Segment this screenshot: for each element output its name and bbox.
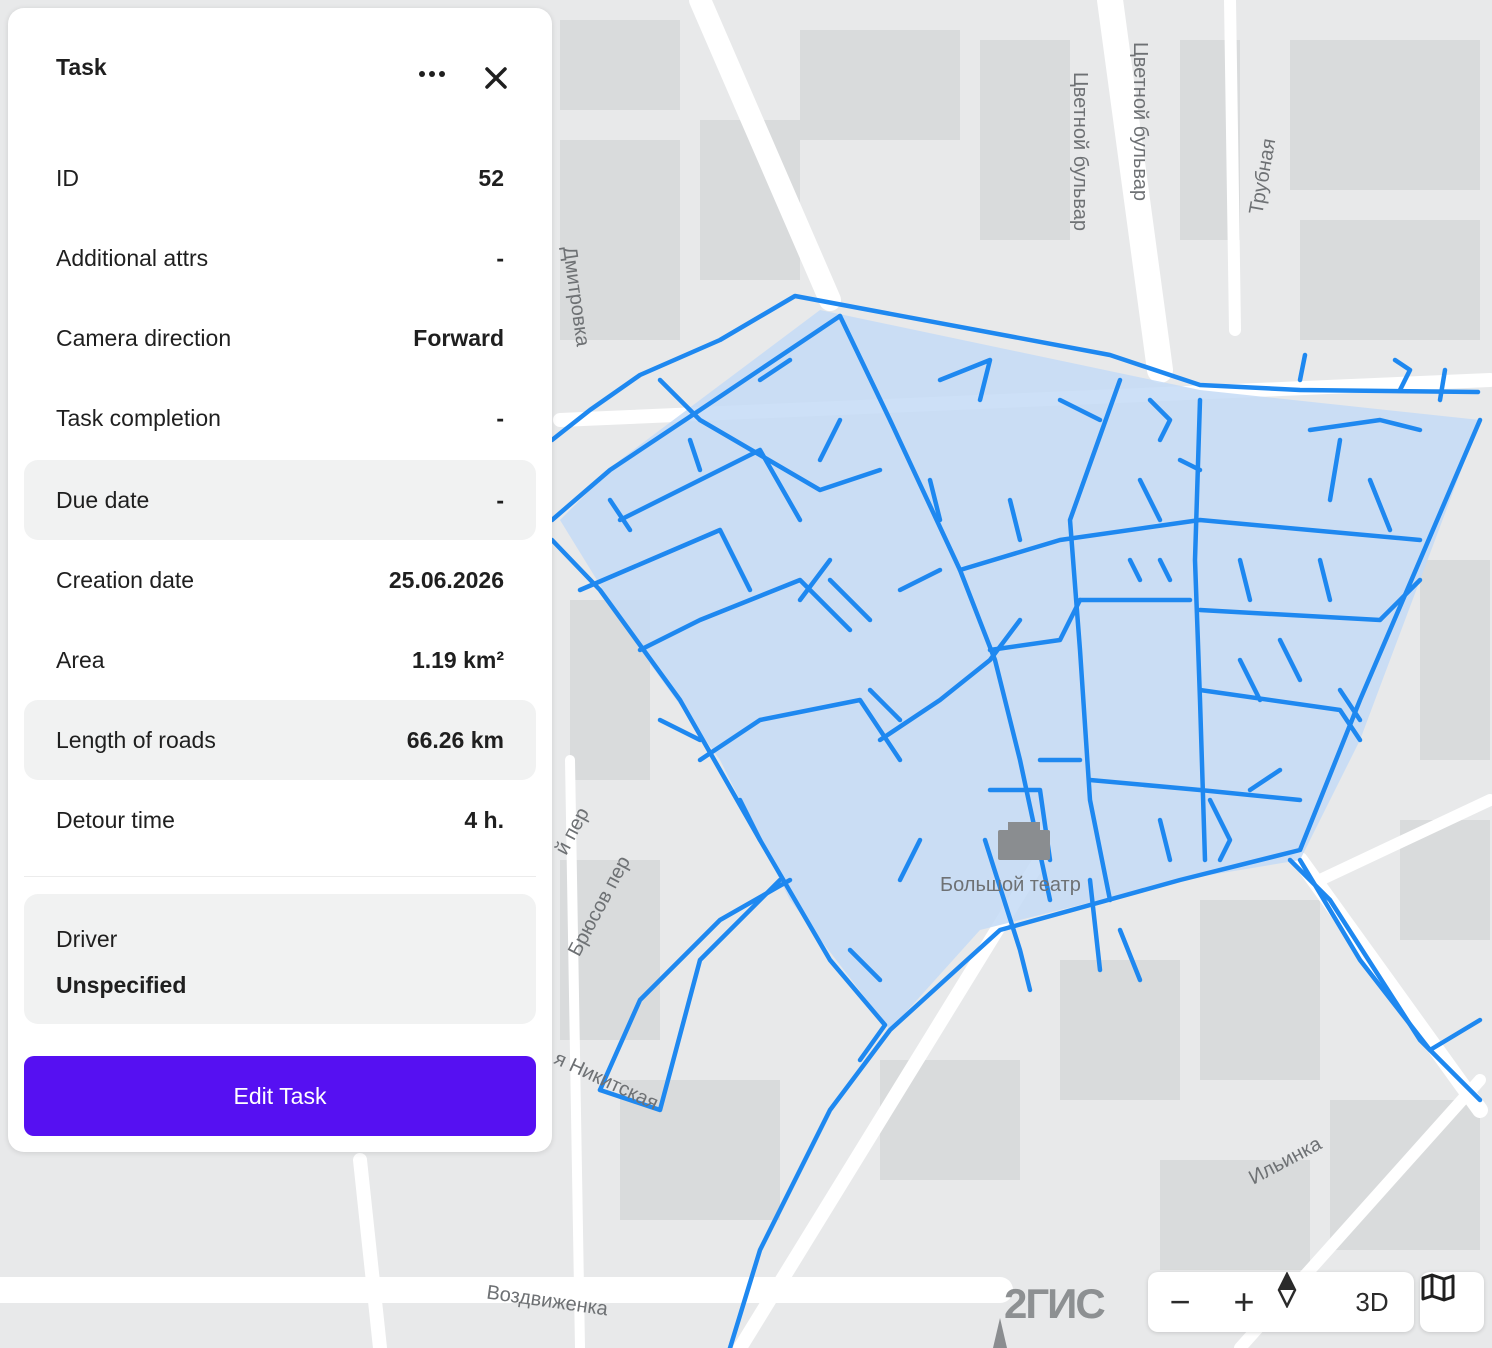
more-button[interactable] [408, 60, 456, 92]
three-d-button[interactable]: 3D [1340, 1272, 1404, 1332]
map-layers-button[interactable] [1420, 1272, 1484, 1332]
row-detour-time: Detour time 4 h. [24, 780, 536, 860]
zoom-in-button[interactable]: + [1212, 1272, 1276, 1332]
divider [24, 876, 536, 877]
row-value: 1.19 km² [411, 647, 504, 673]
row-id: ID 52 [24, 138, 536, 218]
row-length-of-roads[interactable]: Length of roads 66.26 km [24, 700, 536, 780]
more-horizontal-icon [419, 71, 445, 77]
driver-value: Unspecified [56, 972, 187, 998]
edit-task-button[interactable]: Edit Task [24, 1056, 536, 1136]
driver-card[interactable]: Driver Unspecified [24, 894, 536, 1024]
zoom-in-icon: + [1233, 1281, 1255, 1322]
street-label-tsvetnoy-1: Цветной бульвар [1069, 71, 1092, 232]
row-value: - [496, 405, 504, 431]
row-due-date[interactable]: Due date - [24, 460, 536, 540]
row-value: - [496, 487, 504, 513]
close-icon [485, 67, 507, 89]
zoom-out-icon: − [1169, 1281, 1191, 1322]
row-label: Additional attrs [56, 245, 209, 271]
row-value: Forward [413, 325, 504, 351]
row-task-completion: Task completion - [24, 378, 536, 458]
row-label: Due date [56, 487, 150, 513]
row-label: Task completion [56, 405, 221, 431]
map-logo: 2ГИС [1004, 1280, 1106, 1327]
map-layers-icon [1421, 1273, 1455, 1302]
close-button[interactable] [474, 56, 518, 100]
poi-label-bolshoi: Большой театр [940, 874, 1081, 896]
row-value: 66.26 km [406, 727, 504, 753]
zoom-out-button[interactable]: − [1148, 1272, 1212, 1332]
row-value: - [496, 245, 504, 271]
row-label: Creation date [56, 567, 195, 593]
row-value: 25.06.2026 [388, 567, 504, 593]
row-value: 4 h. [464, 807, 504, 833]
row-label: Detour time [56, 807, 175, 833]
compass-icon [1277, 1272, 1297, 1308]
row-additional-attrs: Additional attrs - [24, 218, 536, 298]
panel-title: Task [56, 54, 107, 80]
street-label-tsvetnoy-2: Цветной бульвар [1129, 41, 1152, 202]
row-label: ID [56, 165, 79, 191]
driver-label: Driver [56, 926, 118, 952]
row-value: 52 [478, 165, 504, 191]
row-label: Camera direction [56, 325, 232, 351]
row-creation-date: Creation date 25.06.2026 [24, 540, 536, 620]
compass-button[interactable] [1276, 1272, 1340, 1332]
map-controls: − + 3D [1148, 1272, 1414, 1332]
row-label: Area [56, 647, 105, 673]
row-area: Area 1.19 km² [24, 620, 536, 700]
task-panel: Task ID 52 Additional attrs - Camera dir… [8, 8, 552, 1152]
row-label: Length of roads [56, 727, 216, 753]
row-camera-direction: Camera direction Forward [24, 298, 536, 378]
